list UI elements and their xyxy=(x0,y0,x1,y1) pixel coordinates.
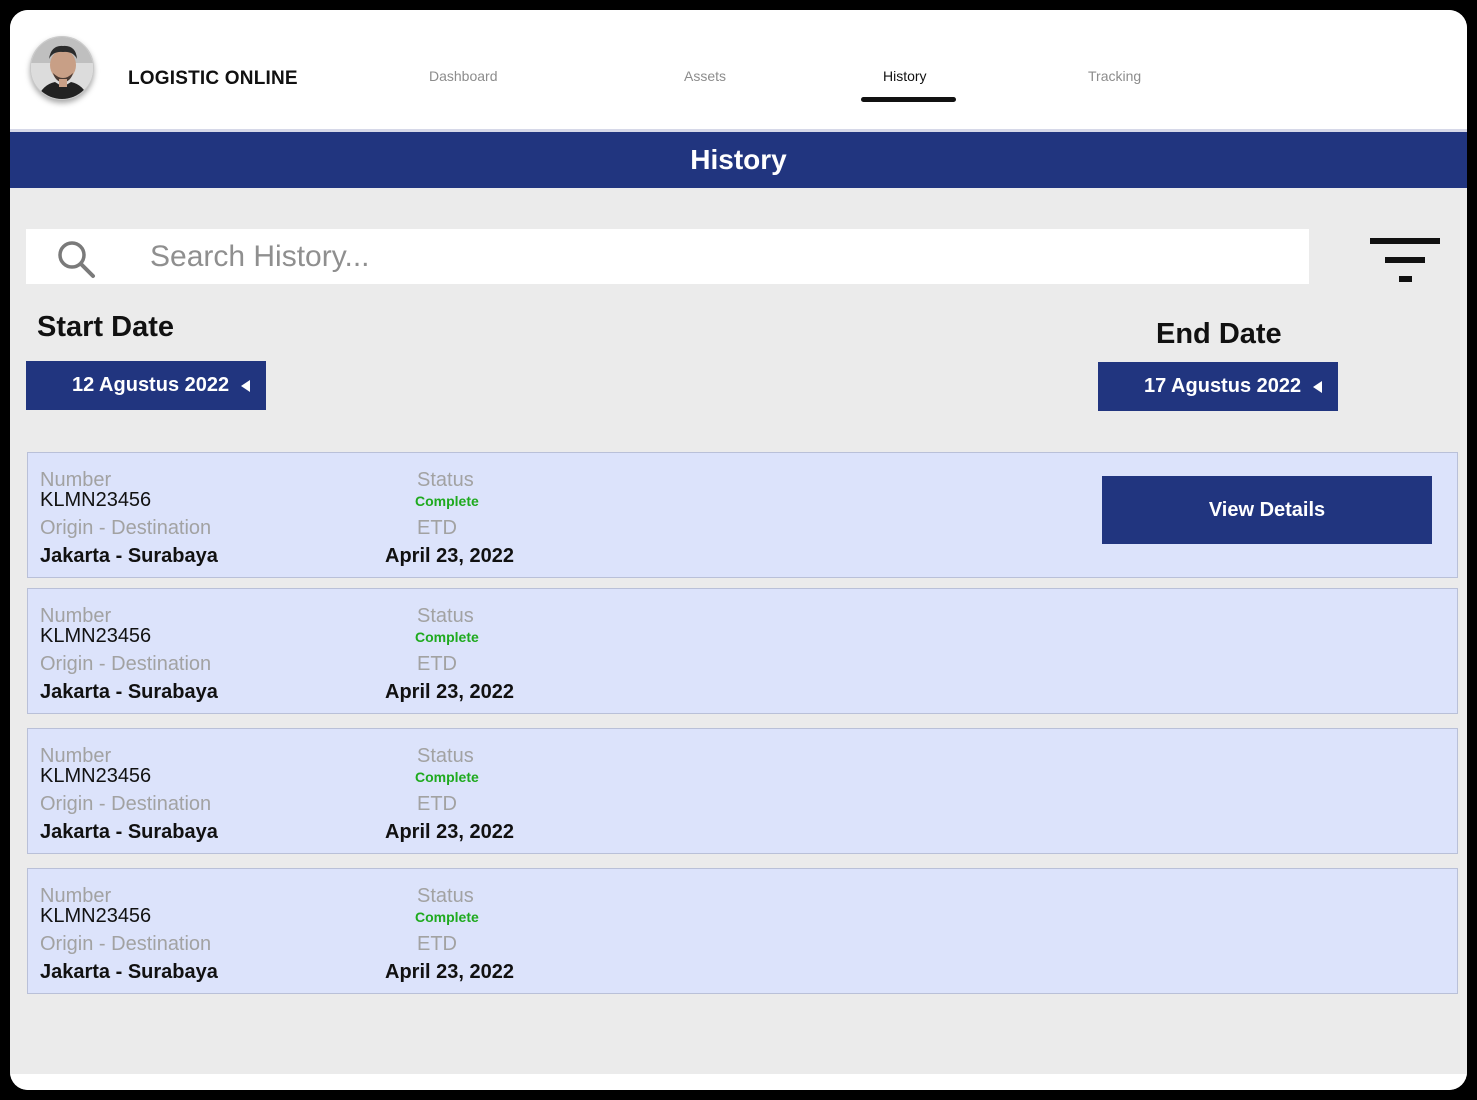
route-label: Origin - Destination xyxy=(40,933,212,955)
status-label: Status xyxy=(417,605,474,627)
status-label: Status xyxy=(417,745,474,767)
etd-label: ETD xyxy=(417,933,457,955)
end-date-picker[interactable]: 17 Agustus 2022 xyxy=(1098,362,1338,411)
history-card[interactable]: Number KLMN23456 Origin - Destination Ja… xyxy=(27,452,1458,578)
search-bar[interactable] xyxy=(26,229,1309,284)
avatar-portrait xyxy=(31,37,93,99)
etd-value: April 23, 2022 xyxy=(385,961,514,983)
nav-tracking[interactable]: Tracking xyxy=(1088,68,1141,84)
start-date-label: Start Date xyxy=(37,311,174,343)
route-label: Origin - Destination xyxy=(40,793,212,815)
history-card[interactable]: Number KLMN23456 Origin - Destination Ja… xyxy=(27,728,1458,854)
status-badge: Complete xyxy=(415,769,479,785)
end-date-value: 17 Agustus 2022 xyxy=(1144,375,1302,397)
brand-title: LOGISTIC ONLINE xyxy=(128,68,298,89)
etd-label: ETD xyxy=(417,653,457,675)
search-input[interactable] xyxy=(150,235,1290,279)
end-date-label: End Date xyxy=(1156,318,1282,350)
app-window: LOGISTIC ONLINE Dashboard Assets History… xyxy=(10,10,1467,1090)
shipment-number: KLMN23456 xyxy=(40,625,152,647)
history-content: Start Date 12 Agustus 2022 End Date 17 A… xyxy=(10,188,1467,1074)
view-details-button[interactable]: View Details xyxy=(1102,476,1432,544)
status-label: Status xyxy=(417,469,474,491)
shipment-number: KLMN23456 xyxy=(40,905,152,927)
status-badge: Complete xyxy=(415,909,479,925)
etd-value: April 23, 2022 xyxy=(385,681,514,703)
bottom-strip xyxy=(10,1074,1467,1090)
nav-history[interactable]: History xyxy=(883,68,927,84)
status-badge: Complete xyxy=(415,629,479,645)
route-value: Jakarta - Surabaya xyxy=(40,821,218,843)
etd-value: April 23, 2022 xyxy=(385,545,514,567)
route-value: Jakarta - Surabaya xyxy=(40,545,218,567)
history-card[interactable]: Number KLMN23456 Origin - Destination Ja… xyxy=(27,588,1458,714)
route-value: Jakarta - Surabaya xyxy=(40,961,218,983)
status-badge: Complete xyxy=(415,493,479,509)
filter-icon[interactable] xyxy=(1370,238,1440,286)
etd-label: ETD xyxy=(417,517,457,539)
page-title-bar: History xyxy=(10,132,1467,188)
shipment-number: KLMN23456 xyxy=(40,489,152,511)
caret-left-icon xyxy=(1313,381,1322,393)
status-label: Status xyxy=(417,885,474,907)
search-icon[interactable] xyxy=(56,239,96,279)
history-card[interactable]: Number KLMN23456 Origin - Destination Ja… xyxy=(27,868,1458,994)
route-label: Origin - Destination xyxy=(40,653,212,675)
top-navigation-bar: LOGISTIC ONLINE Dashboard Assets History… xyxy=(10,10,1467,132)
route-label: Origin - Destination xyxy=(40,517,212,539)
route-value: Jakarta - Surabaya xyxy=(40,681,218,703)
start-date-value: 12 Agustus 2022 xyxy=(72,374,230,396)
start-date-picker[interactable]: 12 Agustus 2022 xyxy=(26,361,266,410)
shipment-number: KLMN23456 xyxy=(40,765,152,787)
nav-dashboard[interactable]: Dashboard xyxy=(429,68,498,84)
etd-value: April 23, 2022 xyxy=(385,821,514,843)
active-tab-indicator xyxy=(861,97,956,102)
page-title: History xyxy=(690,144,787,175)
user-avatar[interactable] xyxy=(30,36,94,100)
etd-label: ETD xyxy=(417,793,457,815)
nav-assets[interactable]: Assets xyxy=(684,68,726,84)
caret-left-icon xyxy=(241,380,250,392)
